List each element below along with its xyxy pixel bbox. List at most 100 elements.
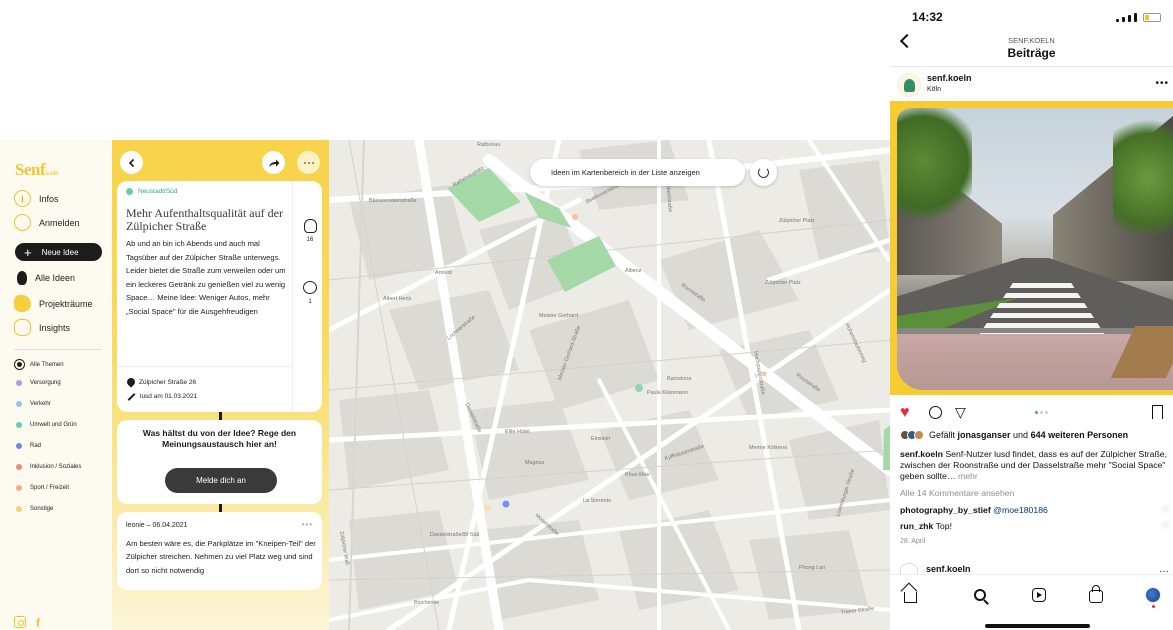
theme-dot-icon [16,506,22,512]
comment-more-icon[interactable]: ••• [302,520,313,529]
map-label: Magnus [525,460,545,466]
signin-prompt-text: Was hältst du von der Idee? Rege den Mei… [142,428,297,449]
map-label: Zülpicher Platz [779,218,815,224]
shopping-bag-icon [1089,585,1103,603]
project-rooms-icon [14,295,31,312]
map-refresh-button[interactable] [750,159,777,186]
back-button[interactable] [120,151,143,174]
theme-filter-rad[interactable]: Rad [16,443,41,449]
show-ideas-in-area-button[interactable]: Ideen im Kartenbereich in der Liste anze… [530,159,745,186]
comment-like-icon[interactable]: ♡ [1162,522,1169,531]
theme-filter-inklusion[interactable]: Inklusion / Soziales [16,464,81,470]
idea-address: Zülpicher Straße 26 [125,376,196,388]
home-icon [903,592,917,603]
idea-content: Neustadt/Süd Mehr Aufenthaltsqualität au… [117,181,292,412]
post-username[interactable]: senf.koeln [927,73,972,83]
comment-card: leonie – 06.04.2021 ••• Am besten wäre e… [117,512,322,590]
sidebar-item-alle-ideen[interactable]: Alle Ideen [14,271,75,285]
theme-filter-sonstige[interactable]: Sonstige [16,506,53,512]
theme-filter-sport[interactable]: Sport / Freizeit [16,485,69,491]
new-idea-button[interactable]: + Neue Idee [15,243,102,261]
theme-dot-icon [16,464,22,470]
tab-profile[interactable] [1143,585,1163,608]
like-button[interactable]: 16 [300,219,320,243]
theme-dot-icon [16,401,22,407]
map-view[interactable]: Rathenau Rathenauplatz Bässeensteinstraß… [329,140,890,630]
radio-selected-icon [14,359,25,370]
post-date: 28. April [900,538,926,545]
sidebar-divider [14,349,102,350]
tab-shop[interactable] [1086,585,1106,605]
map-label: Paula Kleinmann [647,390,688,396]
home-indicator [985,624,1090,628]
comment-icon[interactable] [929,406,942,419]
more-dots-icon [303,161,314,164]
insights-icon [14,319,31,336]
map-label: La Sorrento [583,498,612,504]
comment-bubble-icon [303,281,317,294]
view-all-comments-link[interactable]: Alle 14 Kommentare ansehen [900,488,1014,498]
bookmark-icon[interactable] [1152,405,1163,419]
theme-dot-icon [16,485,22,491]
idea-author: lusd am 01.03.2021 [127,392,197,401]
signin-prompt-card: Was hältst du von der Idee? Rege den Mei… [117,420,322,504]
map-label: Barcelona [667,376,692,382]
idea-card: Neustadt/Süd Mehr Aufenthaltsqualität au… [117,181,322,412]
theme-filter-umwelt[interactable]: Umwelt und Grün [16,422,77,428]
sidebar-item-anmelden[interactable]: Anmelden [14,214,80,231]
page-title: Beiträge [1007,46,1056,60]
reels-icon [1032,588,1046,602]
comment-line: run_zhk Top! [900,521,952,531]
avatar [914,430,924,440]
idea-panel: Neustadt/Süd Mehr Aufenthaltsqualität au… [112,140,329,630]
theme-filter-versorgung[interactable]: Versorgung [16,380,61,386]
instagram-icon[interactable] [14,616,26,628]
post-image[interactable] [890,101,1173,395]
theme-filter-verkehr[interactable]: Verkehr [16,401,51,407]
idea-divider [117,366,292,367]
facebook-icon[interactable]: f [36,616,40,630]
user-icon [14,214,31,231]
street-photo [897,108,1173,390]
idea-description: Ab und an bin ich Abends und auch mal Ta… [126,239,286,316]
chevron-left-icon [128,158,134,167]
tab-reels[interactable] [1029,585,1049,605]
more-dots-icon[interactable]: ••• [1155,78,1169,89]
post-actions: ♥ ▽ [900,403,1163,421]
theme-dot-icon [16,380,22,386]
share-button[interactable] [262,151,285,174]
theme-dot-icon [16,443,22,449]
refresh-icon [758,167,769,178]
tab-home[interactable] [900,585,920,605]
caption-more-link[interactable]: mehr [956,471,978,481]
battery-icon [1143,13,1161,22]
theme-dot-icon [126,188,133,195]
senf-logo[interactable]: Senfkoeln [15,160,59,180]
sidebar-item-infos[interactable]: i Infos [14,190,59,207]
comment-like-icon[interactable]: ♡ [1162,506,1169,515]
map-label: Rathenau [477,142,501,148]
carousel-indicator [1035,411,1048,414]
post-location[interactable]: Köln [927,86,941,93]
instagram-phone-screen: 14:32 SENF.KOELN Beiträge senf.koeln Köl… [890,0,1173,630]
next-post-username[interactable]: senf.koeln [926,564,971,574]
bottom-tab-bar [890,574,1173,630]
comment-count-button[interactable]: 1 [300,281,320,305]
heart-icon[interactable]: ♥ [900,405,910,421]
signin-button[interactable]: Melde dich an [165,468,277,493]
avatar[interactable] [897,73,921,97]
app-root: Senfkoeln i Infos Anmelden + Neue Idee A… [0,0,1173,630]
tab-search[interactable] [970,585,990,605]
status-icons [1116,13,1161,22]
sidebar: Senfkoeln i Infos Anmelden + Neue Idee A… [0,140,112,630]
pencil-icon [127,392,136,401]
share-arrow-icon [268,159,279,167]
status-time: 14:32 [912,10,943,24]
sidebar-item-projektraeume[interactable]: Projekträume [14,295,93,312]
comment-author-date: leonie – 06.04.2021 [126,522,188,529]
more-options-button[interactable] [297,151,320,174]
sidebar-item-insights[interactable]: Insights [14,319,70,336]
likes-summary[interactable]: Gefällt jonasganser und 644 weiteren Per… [900,430,1128,440]
theme-filter-all[interactable]: Alle Themen [14,359,64,370]
send-icon[interactable]: ▽ [955,405,966,419]
